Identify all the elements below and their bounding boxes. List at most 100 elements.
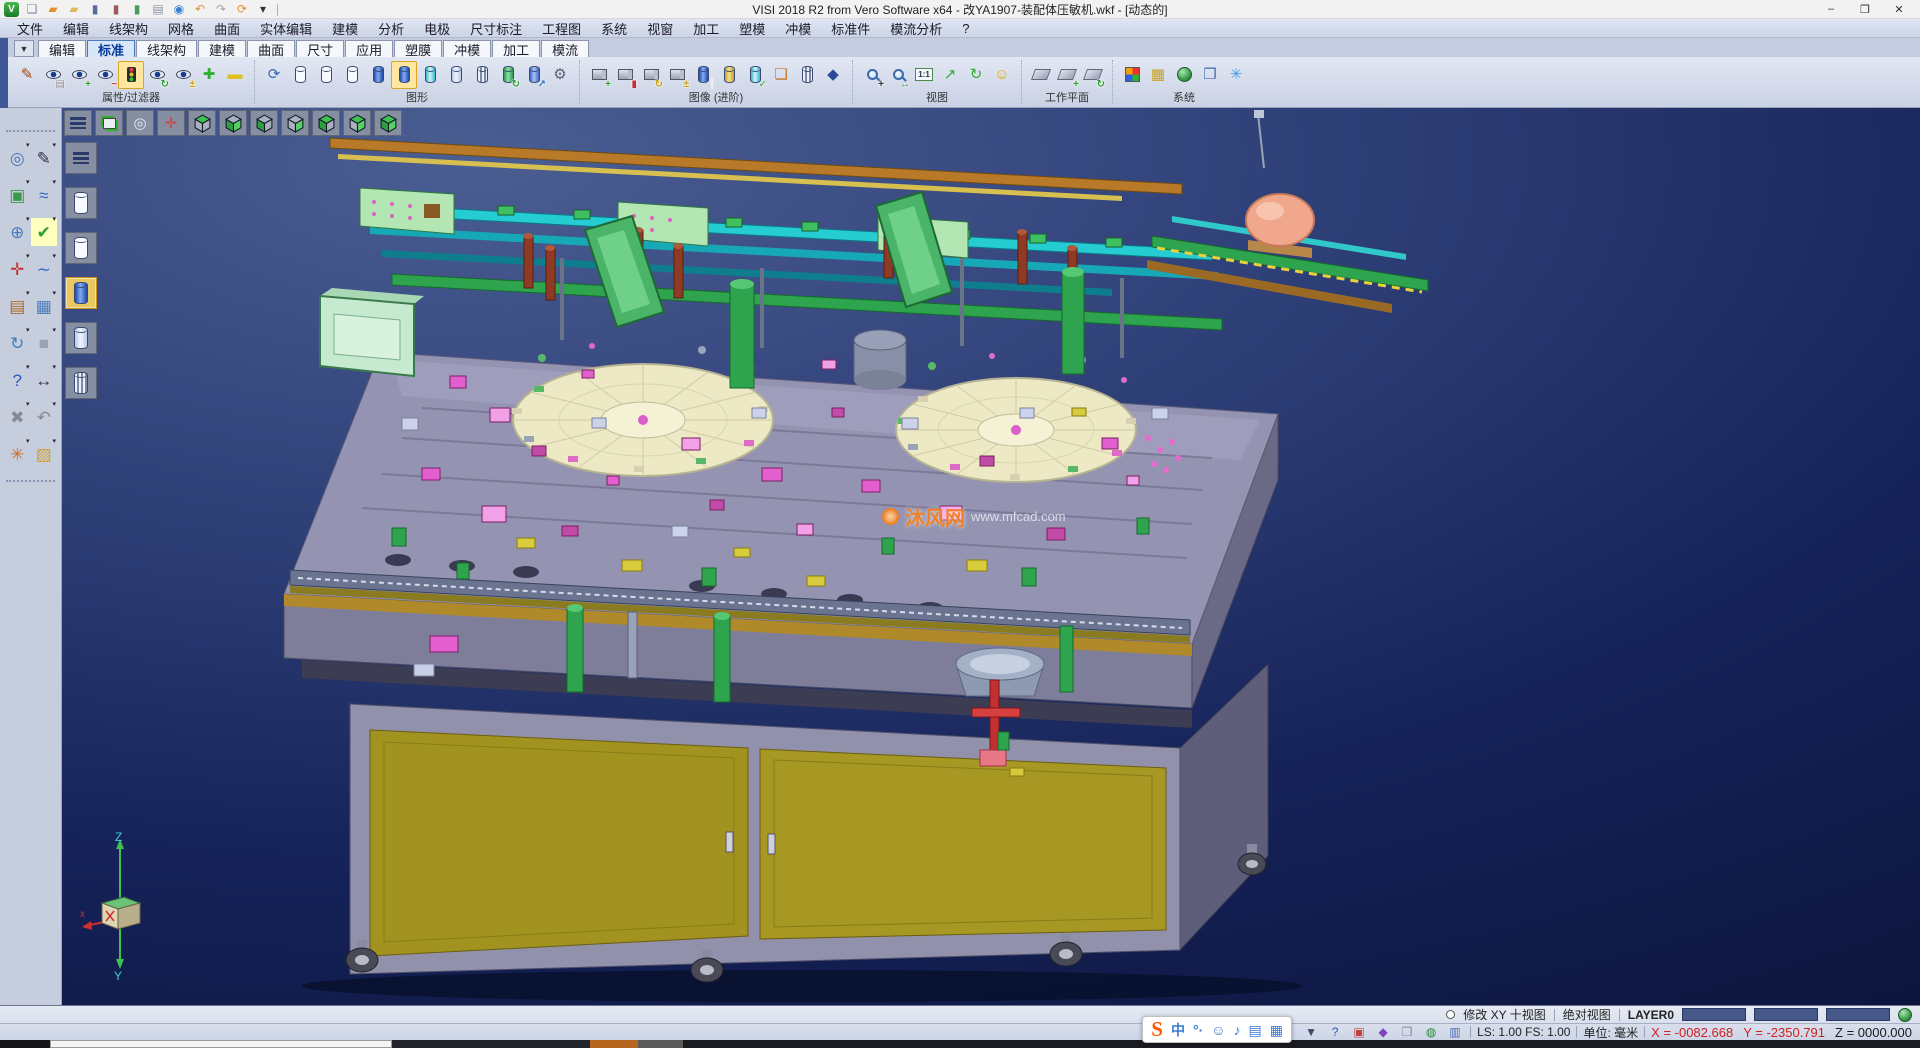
hidden-line-mode-icon[interactable] [313,61,339,89]
toggle-visibility-icon[interactable]: ± [170,61,196,89]
menu-item-曲面[interactable]: 曲面 [205,19,249,37]
insert-file-icon[interactable]: ▰ [66,1,82,17]
rotate-view-icon[interactable]: ↻ [963,61,989,89]
menu-item-冲模[interactable]: 冲模 [776,19,820,37]
sketch-edit-icon[interactable]: ✎ [31,144,58,172]
open-file-icon[interactable]: ▰ [45,1,61,17]
ribbon-tab-冲模[interactable]: 冲模 [443,40,491,57]
solid-cube-icon[interactable]: ■ [31,329,58,357]
view-filter-icon[interactable]: ▮ [612,61,638,89]
menu-item-电极[interactable]: 电极 [415,19,459,37]
help-icon[interactable]: ? [4,366,31,394]
zoom-view-icon[interactable]: ◎ [126,110,154,136]
ribbon-tab-曲面[interactable]: 曲面 [247,40,295,57]
magic-tools-icon[interactable]: ✳ [1223,61,1249,89]
regen-graphics-icon[interactable]: ⟳ [261,61,287,89]
shade-mesh-icon[interactable] [65,367,97,399]
menu-item-建模[interactable]: 建模 [323,19,367,37]
ime-punctuation-icon[interactable]: °· [1193,1023,1203,1037]
ime-emoji-icon[interactable]: ☺ [1211,1023,1225,1037]
print-icon[interactable]: ▤ [150,1,166,17]
menu-item-模流分析[interactable]: 模流分析 [881,19,951,37]
dashed-hidden-mode-icon[interactable] [339,61,365,89]
open-model-icon[interactable]: ▨ [31,440,58,468]
sidebar-grip[interactable] [6,480,55,482]
view-right-icon[interactable] [281,110,309,136]
sogou-logo-icon[interactable]: S [1151,1017,1163,1042]
layer-stack-icon[interactable]: ▤ [4,292,31,320]
hide-all-icon[interactable]: ▬ [222,61,248,89]
layer-manager-icon[interactable]: ▦ [1145,61,1171,89]
axis-move-icon[interactable]: ✛ [4,255,31,283]
solid-view-icon[interactable]: ◆ [820,61,846,89]
view-toggle-icon[interactable]: ± [664,61,690,89]
menu-item-分析[interactable]: 分析 [369,19,413,37]
fit-view-icon[interactable] [95,110,123,136]
window-config-icon[interactable]: ❒ [1197,61,1223,89]
menu-item-线架构[interactable]: 线架构 [100,19,157,37]
refresh-model-icon[interactable]: ↻ [4,329,31,357]
attribute-painter-icon[interactable]: ✎ [14,61,40,89]
redo-icon[interactable]: ↷ [213,1,229,17]
menu-item-视窗[interactable]: 视窗 [638,19,682,37]
status-help-icon[interactable]: ? [1326,1025,1344,1040]
globe-icon[interactable] [1898,1008,1912,1022]
zoom-previous-icon[interactable]: ◎ [4,144,31,172]
ribbon-tab-加工[interactable]: 加工 [492,40,540,57]
view-front-icon[interactable] [312,110,340,136]
ime-toolbox-icon[interactable]: ▦ [1270,1023,1283,1037]
menu-item-塑模[interactable]: 塑模 [730,19,774,37]
minimize-button[interactable]: – [1814,0,1848,18]
show-entities-icon[interactable]: + [66,61,92,89]
update-icon[interactable]: ⟳ [234,1,250,17]
menu-item-标准件[interactable]: 标准件 [822,19,879,37]
shade-hidden-icon[interactable] [65,232,97,264]
show-all-icon[interactable]: ✚ [196,61,222,89]
ime-language-toggle[interactable]: 中 [1171,1023,1185,1037]
save-icon[interactable]: ▮ [87,1,103,17]
triad-view-icon[interactable]: ✛ [157,110,185,136]
menu-item-文件[interactable]: 文件 [8,19,52,37]
menu-item-工程图[interactable]: 工程图 [533,19,590,37]
shade-wireframe-icon[interactable] [65,187,97,219]
shade-flat-icon[interactable] [65,322,97,354]
menu-item-加工[interactable]: 加工 [684,19,728,37]
status-grid-icon[interactable]: ▥ [1446,1025,1464,1040]
clip-plane-icon[interactable]: ┆ [690,61,716,89]
new-file-icon[interactable]: ❏ [24,1,40,17]
maximize-button[interactable]: ❐ [1848,0,1882,18]
status-gift-icon[interactable]: ▣ [1350,1025,1368,1040]
zoom-scale-icon[interactable]: 1:1 [911,61,937,89]
attribute-viewer-icon[interactable]: ▤ [40,61,66,89]
recycle-graphics-icon[interactable]: ↻ [495,61,521,89]
color-palette-icon[interactable] [1119,61,1145,89]
ribbon-tab-模流[interactable]: 模流 [541,40,589,57]
transparent-mode-icon[interactable] [417,61,443,89]
ribbon-tab-编辑[interactable]: 编辑 [38,40,86,57]
undo-step-icon[interactable]: ↶ [31,403,58,431]
grid-window-icon[interactable]: ▦ [31,292,58,320]
fit-window-icon[interactable]: ▣ [4,181,31,209]
pan-view-icon[interactable]: ↗ [937,61,963,89]
save-all-icon[interactable]: ▮ [129,1,145,17]
ribbon-tab-塑膜[interactable]: 塑膜 [394,40,442,57]
zoom-plus-icon[interactable]: ⊕ [4,218,31,246]
wireframe-mode-icon[interactable] [287,61,313,89]
selection-filter-icon[interactable] [118,61,144,89]
machine-model[interactable] [62,108,1920,1005]
view-top-icon[interactable] [188,110,216,136]
ribbon-tab-应用[interactable]: 应用 [345,40,393,57]
view-bottom-icon[interactable] [219,110,247,136]
ribbon-tab-线架构[interactable]: 线架构 [136,40,197,57]
view-mode-label[interactable]: 绝对视图 [1563,1006,1611,1023]
status-ink-icon[interactable]: ▼ [1302,1025,1320,1040]
units-label[interactable]: 单位: 毫米 [1583,1024,1638,1041]
shaded-mode-icon[interactable] [365,61,391,89]
ribbon-tab-标准[interactable]: 标准 [87,40,135,57]
save-as-icon[interactable]: ▮ [108,1,124,17]
flat-shade-mode-icon[interactable] [443,61,469,89]
workplane-entity-icon[interactable]: + [1054,61,1080,89]
close-button[interactable]: ✕ [1882,0,1916,18]
graphics-settings-icon[interactable]: ⚙ [547,61,573,89]
taskbar-input-field[interactable] [50,1040,392,1048]
